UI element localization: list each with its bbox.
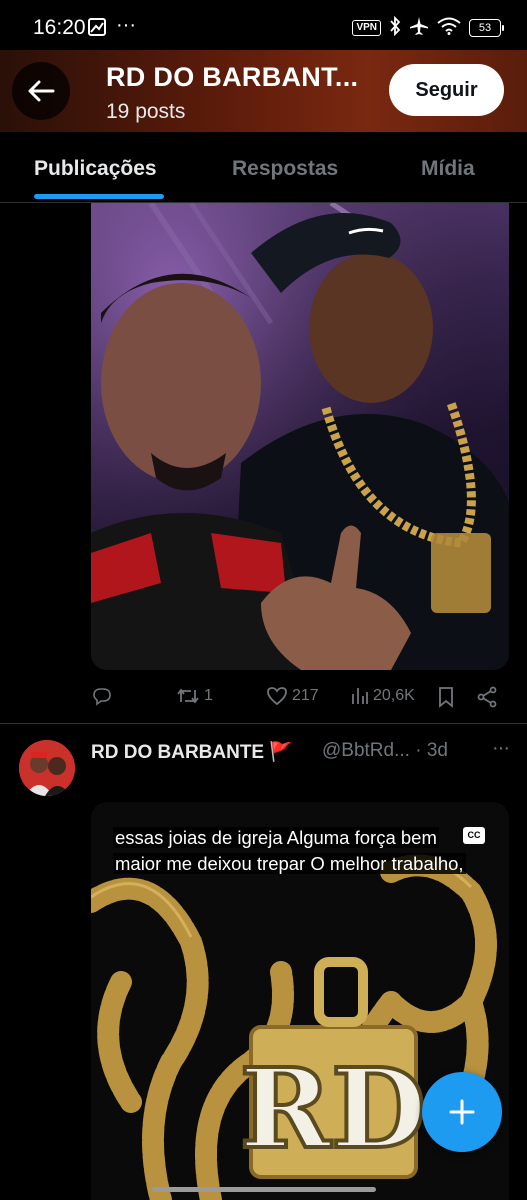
more-notifications-indicator: ··· xyxy=(116,14,136,36)
profile-header: RD DO BARBANT... 19 posts Seguir xyxy=(0,50,527,132)
bluetooth-icon xyxy=(389,15,401,41)
status-time: 16:20 xyxy=(33,16,86,39)
like-button[interactable]: 217 xyxy=(266,686,319,706)
more-options-icon[interactable]: ··· xyxy=(492,737,510,760)
reply-icon xyxy=(93,688,111,706)
reply-button[interactable] xyxy=(92,686,112,706)
flag-emoji: 🚩 xyxy=(269,742,294,763)
post-count: 19 posts xyxy=(106,100,186,123)
views-icon xyxy=(352,688,368,704)
arrow-left-icon xyxy=(28,80,55,102)
author-handle[interactable]: @BbtRd... · 3d xyxy=(322,740,448,762)
airplane-icon xyxy=(409,16,429,41)
repost-button[interactable]: 1 xyxy=(176,686,213,706)
home-indicator[interactable] xyxy=(152,1187,376,1192)
avatar[interactable] xyxy=(19,740,75,796)
profile-title: RD DO BARBANT... xyxy=(106,62,359,92)
tab-publicacoes[interactable]: Publicações xyxy=(34,157,157,181)
caption-text: essas joias de igreja Alguma força bem m… xyxy=(113,827,466,874)
status-bar: 16:20 ··· VPN 53 xyxy=(0,0,527,56)
author-name-text: RD DO BARBANTE xyxy=(91,742,265,763)
photo-illustration xyxy=(91,203,509,670)
photo-notification-icon xyxy=(88,18,106,41)
pendant-text: RD xyxy=(240,1044,427,1173)
share-icon xyxy=(477,686,497,708)
vpn-icon: VPN xyxy=(352,20,381,36)
back-button[interactable] xyxy=(12,62,70,120)
like-count: 217 xyxy=(292,687,319,704)
views-button[interactable]: 20,6K xyxy=(351,686,415,706)
heart-icon xyxy=(267,687,287,706)
wifi-icon xyxy=(437,17,461,40)
post-photo[interactable] xyxy=(91,203,509,670)
repost-icon xyxy=(177,688,199,704)
view-count: 20,6K xyxy=(373,687,415,704)
tab-midia[interactable]: Mídia xyxy=(421,157,475,181)
author-handle-text: @BbtRd... xyxy=(322,740,410,761)
closed-captions-icon[interactable]: CC xyxy=(463,827,485,844)
video-caption: essas joias de igreja Alguma força bem m… xyxy=(113,825,473,877)
profile-tabs: Publicações Respostas Mídia xyxy=(0,132,527,203)
active-tab-indicator xyxy=(34,194,164,199)
follow-button[interactable]: Seguir xyxy=(389,64,504,116)
author-name[interactable]: RD DO BARBANTE 🚩 xyxy=(91,740,293,764)
post-time: · 3d xyxy=(415,740,448,761)
battery-icon: 53 xyxy=(469,19,504,37)
plus-icon xyxy=(449,1099,475,1125)
post-actions: 1 217 20,6K xyxy=(90,686,510,710)
bookmark-button[interactable] xyxy=(438,686,454,708)
repost-count: 1 xyxy=(204,687,213,704)
tab-respostas[interactable]: Respostas xyxy=(232,157,338,181)
status-icons: VPN 53 xyxy=(352,15,504,41)
compose-button[interactable] xyxy=(422,1072,502,1152)
bookmark-icon xyxy=(439,687,453,708)
share-button[interactable] xyxy=(476,686,498,708)
post-divider xyxy=(0,723,527,724)
